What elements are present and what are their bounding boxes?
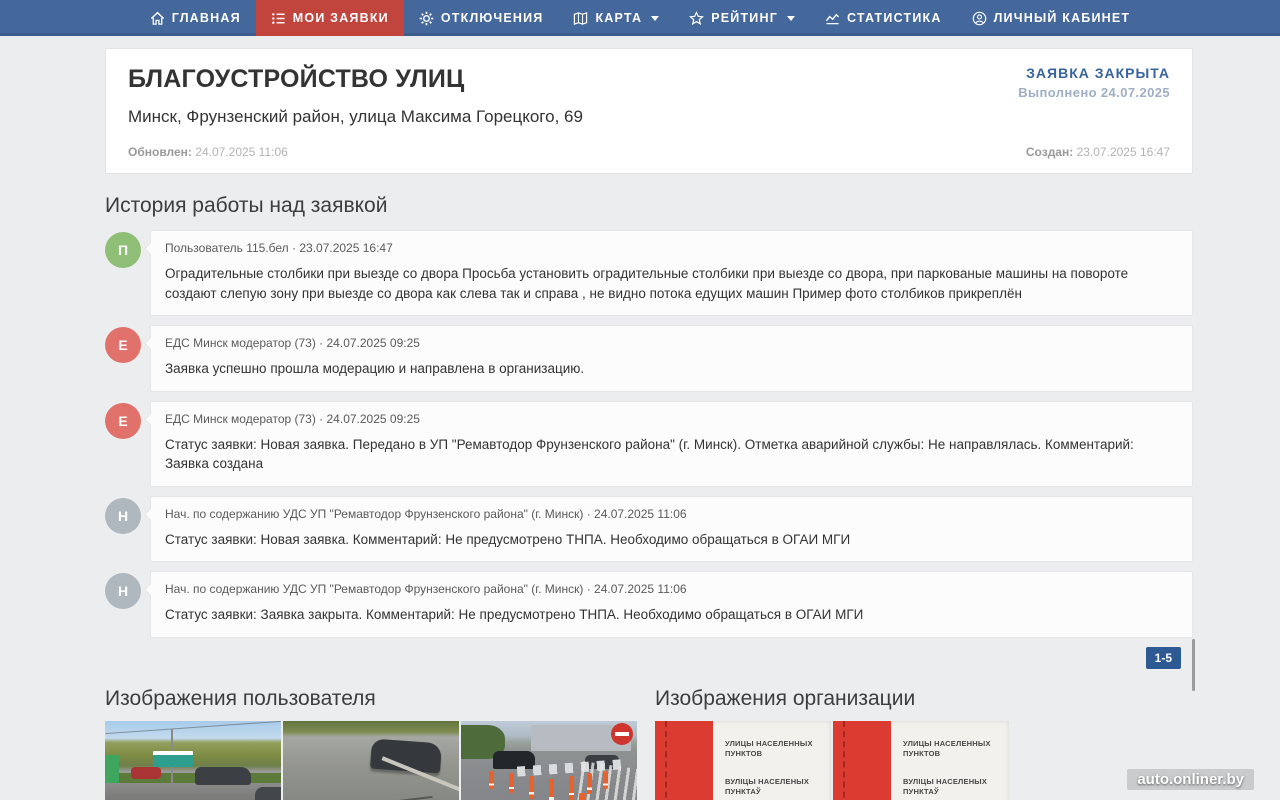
nav-item-label: РЕЙТИНГ <box>711 11 778 25</box>
chevron-down-icon <box>651 15 660 21</box>
main-content: БЛАГОУСТРОЙСТВО УЛИЦ Минск, Фрунзенский … <box>105 48 1195 800</box>
user-images-column: Изображения пользователя <box>105 687 637 800</box>
user-photo-1[interactable] <box>105 720 281 800</box>
pagination-badge[interactable]: 1-5 <box>1145 646 1181 669</box>
nav-item-home[interactable]: ГЛАВНАЯ <box>135 0 256 36</box>
org-images-row: УЛИЦЫ НАСЕЛЕННЫХ ПУНКТОВ ВУЛІЦЫ НАСЕЛЕНЫ… <box>655 720 1193 800</box>
entry-text: Оградительные столбики при выезде со дво… <box>165 266 1129 301</box>
history-entry-card: ЕДС Минск модератор (73) · 24.07.2025 09… <box>150 400 1193 487</box>
history-entry: Е ЕДС Минск модератор (73) · 24.07.2025 … <box>105 325 1193 392</box>
home-icon <box>150 11 165 26</box>
history-section-title: История работы над заявкой <box>105 194 388 217</box>
gear-icon <box>419 11 434 26</box>
sign-red-stripe <box>655 720 713 800</box>
request-address: Минск, Фрунзенский район, улица Максима … <box>128 107 583 126</box>
avatar: Е <box>105 327 141 364</box>
user-photo-2[interactable] <box>283 720 459 800</box>
user-images-title: Изображения пользователя <box>105 686 376 710</box>
nav-item-account[interactable]: ЛИЧНЫЙ КАБИНЕТ <box>957 0 1146 36</box>
status-completed-date: Выполнено 24.07.2025 <box>1018 85 1170 100</box>
avatar: Н <box>105 573 141 610</box>
entry-text: Статус заявки: Заявка закрыта. Комментар… <box>165 607 864 623</box>
org-images-column: Изображения организации УЛИЦЫ НАСЕЛЕННЫХ… <box>655 687 1193 800</box>
entry-text: Статус заявки: Новая заявка. Комментарий… <box>165 531 851 547</box>
top-navigation: ГЛАВНАЯ МОИ ЗАЯВКИ ОТКЛЮЧЕНИЯ КАРТА РЕЙТ… <box>0 0 1280 36</box>
history-entry: Н Нач. по содержанию УДС УП "Ремавтодор … <box>105 571 1193 638</box>
avatar: П <box>105 232 141 268</box>
history-entry-card: Нач. по содержанию УДС УП "Ремавтодор Фр… <box>150 571 1193 638</box>
nav-item-my-requests[interactable]: МОИ ЗАЯВКИ <box>255 0 404 36</box>
updated-timestamp: Обновлен: 24.07.2025 11:06 <box>128 131 583 159</box>
entry-author-date: Нач. по содержанию УДС УП "Ремавтодор Фр… <box>165 582 687 597</box>
entry-text: Статус заявки: Новая заявка. Передано в … <box>165 436 1134 472</box>
nav-item-label: ЛИЧНЫЙ КАБИНЕТ <box>993 11 1131 25</box>
updated-value: 24.07.2025 11:06 <box>195 145 288 159</box>
history-entry-card: Нач. по содержанию УДС УП "Ремавтодор Фр… <box>150 495 1193 563</box>
nav-item-label: СТАТИСТИКА <box>846 11 942 25</box>
list-icon <box>271 11 286 26</box>
watermark: auto.onliner.by <box>1127 769 1254 790</box>
history-entry-card: ЕДС Минск модератор (73) · 24.07.2025 09… <box>150 325 1193 392</box>
history-pagination: 1-5 <box>105 638 1195 691</box>
entry-author-date: Пользователь 115.бел · 23.07.2025 16:47 <box>165 241 393 255</box>
stats-icon <box>825 11 840 26</box>
nav-item-rating[interactable]: РЕЙТИНГ <box>674 0 810 36</box>
org-photo-1[interactable]: УЛИЦЫ НАСЕЛЕННЫХ ПУНКТОВ ВУЛІЦЫ НАСЕЛЕНЫ… <box>655 720 831 800</box>
history-entry: Н Нач. по содержанию УДС УП "Ремавтодор … <box>105 495 1193 563</box>
nav-item-label: КАРТА <box>595 11 643 25</box>
nav-item-label: МОИ ЗАЯВКИ <box>292 11 389 25</box>
created-label: Создан: <box>1025 145 1074 159</box>
updated-label: Обновлен: <box>128 145 192 159</box>
created-value: 23.07.2025 16:47 <box>1076 145 1170 159</box>
entry-author-date: ЕДС Минск модератор (73) · 24.07.2025 09… <box>165 411 420 426</box>
request-status-block: ЗАЯВКА ЗАКРЫТА Выполнено 24.07.2025 Созд… <box>1018 65 1170 159</box>
entry-author-date: Нач. по содержанию УДС УП "Ремавтодор Фр… <box>165 506 687 521</box>
user-images-row <box>105 720 637 800</box>
star-icon <box>689 10 705 26</box>
nav-item-statistics[interactable]: СТАТИСТИКА <box>810 0 957 36</box>
avatar: Е <box>105 402 141 439</box>
nav-item-label: ГЛАВНАЯ <box>171 11 241 25</box>
sign-text-by: ВУЛІЦЫ НАСЕЛЕНЫХ ПУНКТАЎ <box>725 776 810 797</box>
entry-author-date: ЕДС Минск модератор (73) · 24.07.2025 09… <box>165 336 420 351</box>
history-entry: Е ЕДС Минск модератор (73) · 24.07.2025 … <box>105 400 1193 487</box>
status-badge: ЗАЯВКА ЗАКРЫТА <box>1026 65 1170 81</box>
nav-item-label: ОТКЛЮЧЕНИЯ <box>440 11 544 25</box>
entry-text: Заявка успешно прошла модерацию и направ… <box>165 361 585 377</box>
history-entry: П Пользователь 115.бел · 23.07.2025 16:4… <box>105 230 1193 317</box>
sign-text-ru: УЛИЦЫ НАСЕЛЕННЫХ ПУНКТОВ <box>725 738 813 759</box>
sign-text-ru: УЛИЦЫ НАСЕЛЕННЫХ ПУНКТОВ <box>903 738 991 759</box>
page-title: БЛАГОУСТРОЙСТВО УЛИЦ <box>128 65 465 93</box>
created-timestamp: Создан: 23.07.2025 16:47 <box>1026 145 1170 159</box>
nav-item-map[interactable]: КАРТА <box>558 0 674 36</box>
sign-text-by: ВУЛІЦЫ НАСЕЛЕНЫХ ПУНКТАЎ <box>903 776 988 797</box>
sign-red-stripe <box>833 720 891 800</box>
request-info: БЛАГОУСТРОЙСТВО УЛИЦ Минск, Фрунзенский … <box>128 65 583 159</box>
history-entry-card: Пользователь 115.бел · 23.07.2025 16:47 … <box>150 230 1193 317</box>
vertical-scrollbar[interactable] <box>1192 638 1195 691</box>
org-images-title: Изображения организации <box>655 686 916 710</box>
page: ГЛАВНАЯ МОИ ЗАЯВКИ ОТКЛЮЧЕНИЯ КАРТА РЕЙТ… <box>0 0 1280 800</box>
chevron-down-icon <box>786 15 795 21</box>
images-section: Изображения пользователя Изображения орг… <box>105 687 1193 800</box>
request-header-card: БЛАГОУСТРОЙСТВО УЛИЦ Минск, Фрунзенский … <box>105 48 1193 174</box>
nav-item-outages[interactable]: ОТКЛЮЧЕНИЯ <box>404 0 559 36</box>
avatar: Н <box>105 497 141 534</box>
map-icon <box>573 11 588 26</box>
user-photo-3[interactable] <box>461 720 637 800</box>
user-icon <box>972 11 987 26</box>
org-photo-2[interactable]: УЛИЦЫ НАСЕЛЕННЫХ ПУНКТОВ ВУЛІЦЫ НАСЕЛЕНЫ… <box>833 720 1009 800</box>
